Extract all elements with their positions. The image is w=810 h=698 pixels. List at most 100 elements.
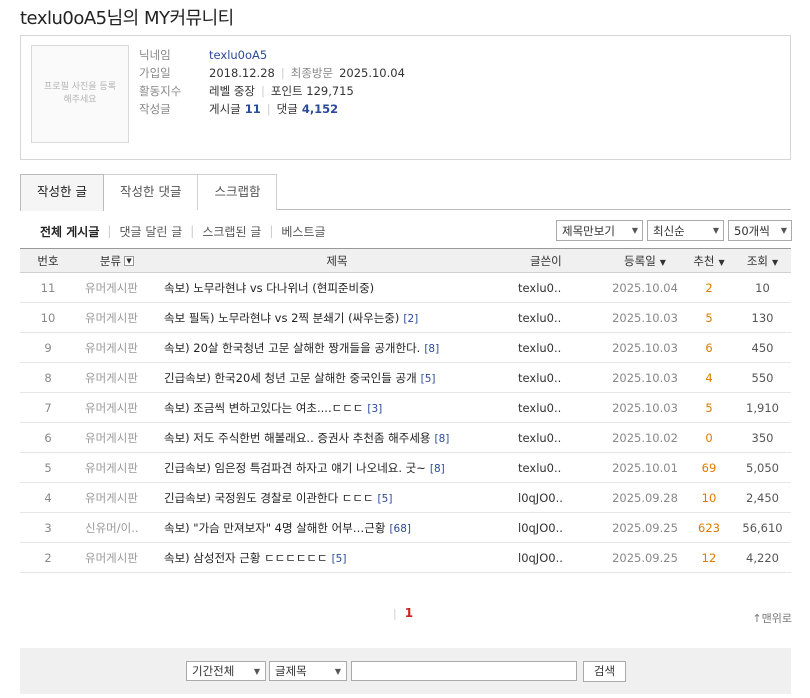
comment-count-badge[interactable]: [2] — [403, 313, 418, 325]
row-category[interactable]: 유머게시판 — [76, 333, 158, 363]
page-current[interactable]: 1 — [405, 606, 413, 620]
col-views[interactable]: 조회 ▼ — [734, 249, 791, 273]
post-title-link[interactable]: 속보) 조금씩 변하고있다는 여초....ㄷㄷㄷ — [164, 401, 363, 415]
post-title-link[interactable]: 속보) 20살 한국청년 고문 살해한 짱개들을 공개한다. — [164, 341, 420, 355]
row-author[interactable]: texlu0.. — [516, 423, 606, 453]
row-author[interactable]: l0qJO0.. — [516, 483, 606, 513]
comment-count-badge[interactable]: [68] — [389, 523, 411, 535]
row-recommend: 5 — [705, 310, 713, 325]
row-num: 11 — [40, 280, 56, 295]
comment-count-badge[interactable]: [8] — [424, 343, 439, 355]
post-title-link[interactable]: 속보) "가슴 만져보자" 4명 살해한 어부…근황 — [164, 521, 385, 535]
row-date: 2025.09.28 — [612, 490, 678, 505]
table-header: 번호 분류 ▼ 제목 글쓴이 등록일 ▼ 추천 ▼ 조회 ▼ — [20, 248, 791, 273]
list-options: 제목만보기 ▼ 최신순 ▼ 50개씩 ▼ — [556, 220, 792, 241]
filter-all-posts[interactable]: 전체 게시글 — [40, 223, 99, 240]
page-title: texlu0oA5님의 MY커뮤니티 — [20, 8, 234, 29]
row-category[interactable]: 유머게시판 — [76, 453, 158, 483]
row-views: 130 — [751, 310, 774, 325]
profile-photo-placeholder: 프로필 사진을 등록해주세요 — [31, 45, 129, 143]
filter-scrapped-posts[interactable]: 스크랩된 글 — [202, 223, 261, 240]
tab-written-posts[interactable]: 작성한 글 — [20, 174, 104, 211]
back-to-top-link[interactable]: ↑맨위로 — [752, 610, 792, 626]
col-num: 번호 — [37, 253, 59, 268]
row-views: 2,450 — [746, 490, 779, 505]
filter-best-posts[interactable]: 베스트글 — [281, 223, 325, 240]
post-title-link[interactable]: 긴급속보) 임은정 특검파견 하자고 얘기 나오네요. 굿~ — [164, 461, 426, 475]
row-num: 7 — [44, 400, 52, 415]
activity-label: 활동지수 — [139, 84, 182, 98]
row-views: 10 — [755, 280, 770, 295]
row-category[interactable]: 유머게시판 — [76, 363, 158, 393]
row-date: 2025.09.25 — [612, 520, 678, 535]
table-row: 11 유머게시판 속보) 노무라현냐 vs 다나위너 (현피준비중) texlu0..… — [20, 273, 791, 303]
search-field-select[interactable]: 글제목 ▼ — [269, 661, 347, 681]
row-category[interactable]: 유머게시판 — [76, 393, 158, 423]
comment-count[interactable]: 4,152 — [302, 100, 338, 118]
row-recommend: 2 — [705, 280, 713, 295]
row-recommend: 69 — [701, 460, 717, 475]
row-num: 6 — [44, 430, 52, 445]
sort-select[interactable]: 최신순 ▼ — [647, 220, 724, 241]
search-button[interactable]: 검색 — [583, 661, 626, 682]
sort-down-icon: ▼ — [772, 257, 779, 267]
row-author[interactable]: texlu0.. — [516, 273, 606, 303]
posts-label: 작성글 — [139, 102, 171, 116]
row-author[interactable]: texlu0.. — [516, 303, 606, 333]
row-date: 2025.10.03 — [612, 370, 678, 385]
comment-count-badge[interactable]: [8] — [435, 433, 450, 445]
row-views: 550 — [751, 370, 774, 385]
post-title-link[interactable]: 속보) 삼성전자 근황 ㄷㄷㄷㄷㄷㄷ — [164, 551, 328, 565]
row-num: 10 — [40, 310, 56, 325]
search-input[interactable] — [351, 661, 577, 681]
post-title-link[interactable]: 속보) 노무라현냐 vs 다나위너 (현피준비중) — [164, 281, 374, 295]
comment-count-badge[interactable]: [5] — [332, 553, 347, 565]
comment-count-badge[interactable]: [5] — [421, 373, 436, 385]
post-table: 번호 분류 ▼ 제목 글쓴이 등록일 ▼ 추천 ▼ 조회 ▼ 11 유머게시판 속보) 노무… — [20, 248, 791, 573]
row-author[interactable]: l0qJO0.. — [516, 513, 606, 543]
row-category[interactable]: 유머게시판 — [76, 423, 158, 453]
row-category[interactable]: 유머게시판 — [76, 273, 158, 303]
row-category[interactable]: 유머게시판 — [76, 543, 158, 573]
row-date: 2025.10.04 — [612, 280, 678, 295]
row-title-cell: 속보) 조금씩 변하고있다는 여초....ㄷㄷㄷ [3] — [158, 393, 516, 423]
table-row: 9 유머게시판 속보) 20살 한국청년 고문 살해한 짱개들을 공개한다. [8] t… — [20, 333, 791, 363]
sort-down-icon: ▼ — [659, 257, 666, 267]
col-recommend[interactable]: 추천 ▼ — [684, 249, 734, 273]
tab-scrapbook[interactable]: 스크랩함 — [197, 174, 278, 210]
nickname-label: 닉네임 — [139, 48, 171, 62]
row-author[interactable]: texlu0.. — [516, 333, 606, 363]
row-num: 4 — [44, 490, 52, 505]
comment-count-badge[interactable]: [3] — [367, 403, 382, 415]
row-category[interactable]: 유머게시판 — [76, 483, 158, 513]
view-mode-select[interactable]: 제목만보기 ▼ — [556, 220, 643, 241]
post-title-link[interactable]: 긴급속보) 국정원도 경찰로 이관한다 ㄷㄷㄷ — [164, 491, 374, 505]
last-visit-label: 최종방문 — [290, 66, 334, 80]
comment-count-badge[interactable]: [8] — [430, 463, 445, 475]
post-title-link[interactable]: 긴급속보) 한국20세 청년 고문 살해한 중국인들 공개 — [164, 371, 417, 385]
dropdown-icon[interactable]: ▼ — [124, 256, 135, 266]
row-author[interactable]: texlu0.. — [516, 393, 606, 423]
chevron-down-icon: ▼ — [712, 226, 719, 235]
joined-label: 가입일 — [139, 66, 171, 80]
row-title-cell: 긴급속보) 임은정 특검파견 하자고 얘기 나오네요. 굿~ [8] — [158, 453, 516, 483]
row-category[interactable]: 신유머/이.. — [76, 513, 158, 543]
filter-commented-posts[interactable]: 댓글 달린 글 — [119, 223, 182, 240]
search-period-select[interactable]: 기간전체 ▼ — [186, 661, 266, 681]
col-date[interactable]: 등록일 ▼ — [606, 249, 684, 273]
col-category[interactable]: 분류 ▼ — [76, 249, 158, 273]
row-author[interactable]: texlu0.. — [516, 453, 606, 483]
row-author[interactable]: texlu0.. — [516, 363, 606, 393]
comment-count-badge[interactable]: [5] — [378, 493, 393, 505]
profile-box: 프로필 사진을 등록해주세요 닉네임 texlu0oA5 가입일 2018.12… — [20, 35, 791, 160]
row-category[interactable]: 유머게시판 — [76, 303, 158, 333]
row-author[interactable]: l0qJO0.. — [516, 543, 606, 573]
table-row: 10 유머게시판 속보 필독) 노무라현냐 vs 2찍 분쇄기 (싸우는중) [2] t… — [20, 303, 791, 333]
row-num: 2 — [44, 550, 52, 565]
row-title-cell: 속보 필독) 노무라현냐 vs 2찍 분쇄기 (싸우는중) [2] — [158, 303, 516, 333]
post-count[interactable]: 11 — [245, 100, 261, 118]
post-title-link[interactable]: 속보 필독) 노무라현냐 vs 2찍 분쇄기 (싸우는중) — [164, 311, 399, 325]
tab-written-comments[interactable]: 작성한 댓글 — [102, 174, 199, 210]
post-title-link[interactable]: 속보) 저도 주식한번 해볼래요.. 증권사 추천좀 해주세용 — [164, 431, 431, 445]
per-page-select[interactable]: 50개씩 ▼ — [728, 220, 792, 241]
